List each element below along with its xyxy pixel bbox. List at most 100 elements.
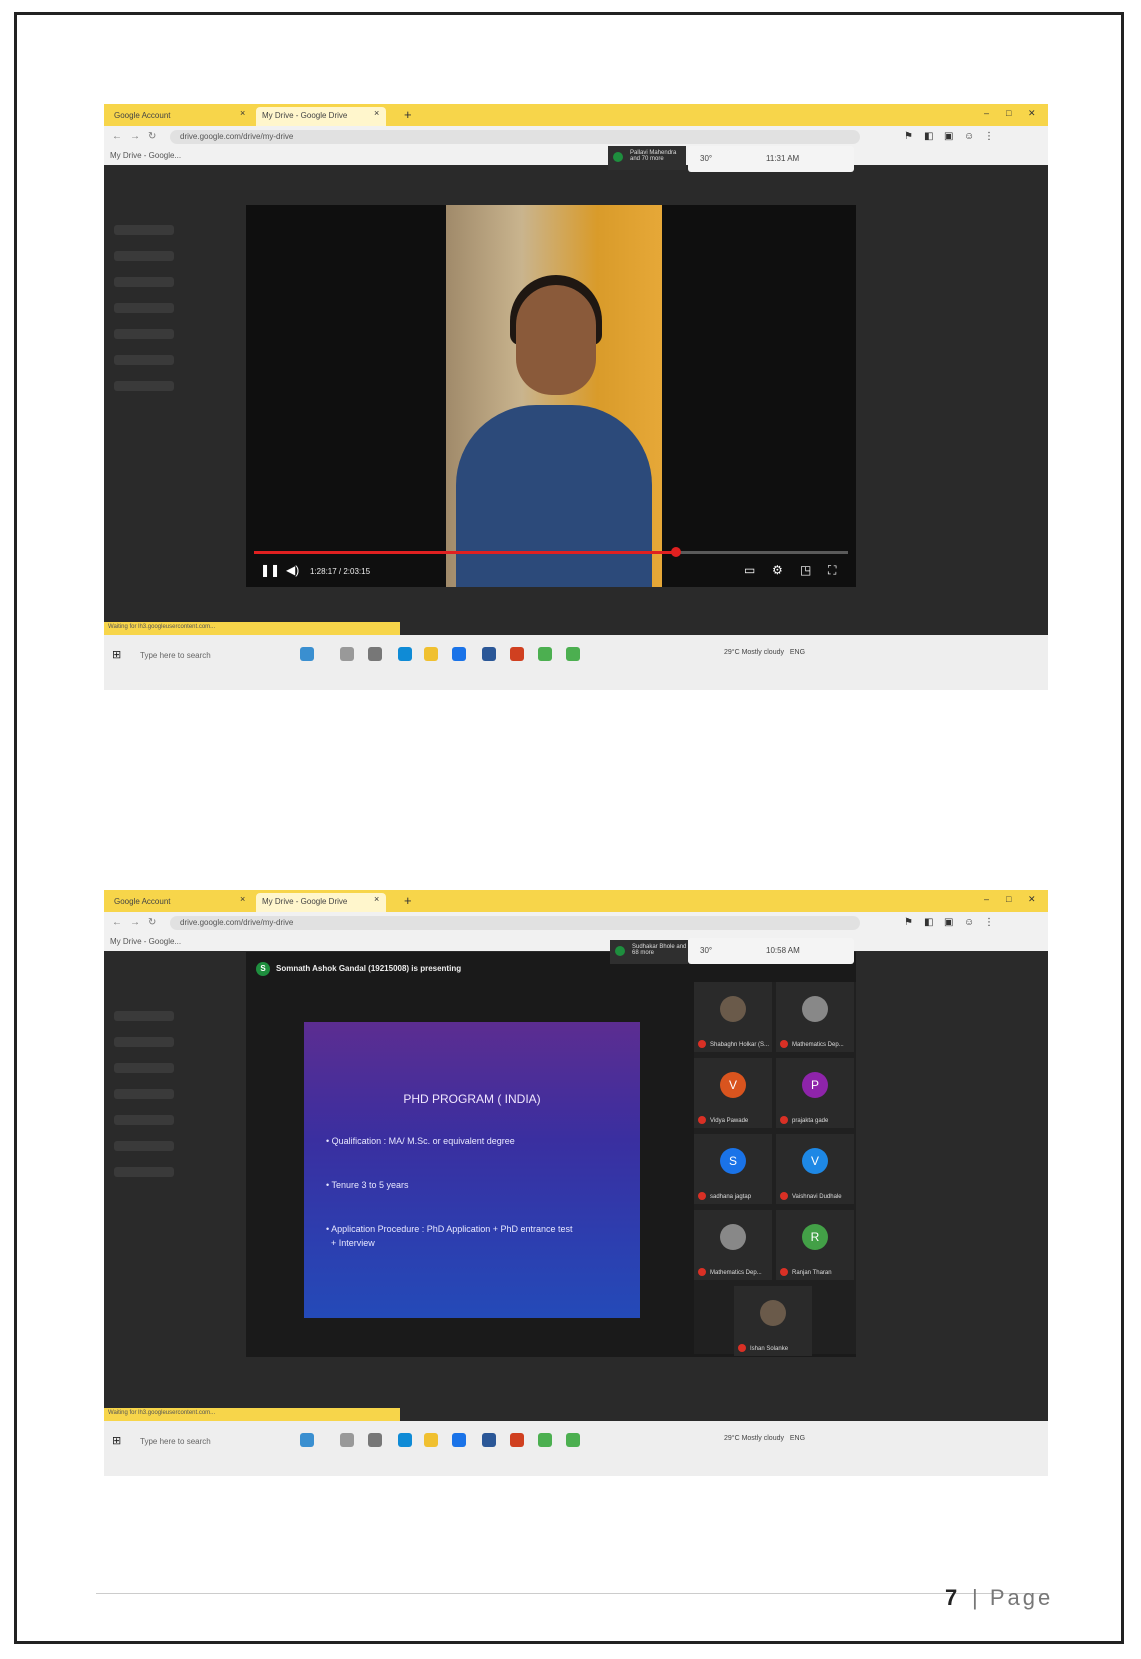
participant-tile[interactable]: V Vidya Pawade [694,1058,772,1128]
search-icon[interactable] [340,647,354,661]
store-icon[interactable] [452,1433,466,1447]
chrome-icon[interactable] [538,647,552,661]
weather-time-widget: 30° 11:31 AM [688,146,854,172]
participant-tile[interactable]: Ssadhana jagtap [694,1134,772,1204]
bookmark-item[interactable]: My Drive - Google... [110,937,181,946]
participant-tile[interactable]: Mathematics Dep... [776,982,854,1052]
drive-sidebar [114,1011,214,1193]
tab-google-account[interactable]: Google Account [108,893,256,912]
extension-icon[interactable]: ⚑ [904,131,913,142]
bookmark-item[interactable]: My Drive - Google... [110,151,181,160]
maximize-icon[interactable]: □ [1006,894,1011,904]
forward-icon[interactable]: → [130,917,140,928]
url-text: drive.google.com/drive/my-drive [180,918,294,927]
pause-icon[interactable]: ❚❚ [260,563,280,577]
windows-start-icon[interactable]: ⊞ [112,648,121,661]
reload-icon[interactable]: ↻ [148,131,156,142]
windows-start-icon[interactable]: ⊞ [112,1434,121,1447]
new-tab-icon[interactable]: + [404,893,412,908]
miniplayer-icon[interactable]: ◳ [800,563,811,577]
back-icon[interactable]: ← [112,917,122,928]
close-icon[interactable]: × [240,108,245,118]
progress-bar[interactable] [254,547,848,557]
task-view-icon[interactable] [368,1433,382,1447]
file-explorer-icon[interactable] [424,647,438,661]
maximize-icon[interactable]: □ [1006,108,1011,118]
participant-tile[interactable]: V Vaishnavi Dudhale [776,1134,854,1204]
windows-taskbar: ⊞ Type here to search 29°C Mostly cloudy… [104,635,1048,690]
participant-avatar: P [802,1072,828,1098]
footer-rule [96,1593,1048,1594]
extension-icon[interactable]: ◧ [924,917,933,928]
word-icon[interactable] [482,1433,496,1447]
close-window-icon[interactable]: ✕ [1028,894,1036,905]
tab-my-drive[interactable]: My Drive - Google Drive [256,893,386,912]
extension-icon[interactable]: ▣ [944,131,953,142]
url-input[interactable]: drive.google.com/drive/my-drive [170,916,860,930]
screenshot-video-lecture: Google Account × My Drive - Google Drive… [104,104,1048,690]
extension-icon[interactable]: ◧ [924,131,933,142]
participant-avatar [760,1300,786,1326]
volume-icon[interactable]: ◀) [286,563,299,577]
word-icon[interactable] [482,647,496,661]
chrome-icon[interactable] [538,1433,552,1447]
participant-name: Shabaghn Holkar (S... [710,1042,770,1048]
tab-google-account[interactable]: Google Account [108,107,256,126]
file-explorer-icon[interactable] [424,1433,438,1447]
participant-avatar [720,1224,746,1250]
video-time: 1:28:17 / 2:03:15 [310,567,371,576]
close-icon[interactable]: × [374,894,379,904]
fullscreen-icon[interactable]: ⛶ [828,563,836,578]
video-player[interactable]: ❚❚ ◀) 1:28:17 / 2:03:15 ▭ ⚙ ◳ ⛶ [246,205,856,587]
store-icon[interactable] [452,647,466,661]
back-icon[interactable]: ← [112,131,122,142]
participant-tile[interactable]: Shabaghn Holkar (S... [694,982,772,1052]
minimize-icon[interactable]: – [984,894,989,904]
settings-icon[interactable]: ⚙ [772,563,783,577]
participant-tile[interactable]: R Ranjan Tharan [776,1210,854,1280]
taskbar-search[interactable]: Type here to search [140,1433,290,1451]
participant-tile[interactable]: Mathematics Dep... [694,1210,772,1280]
camera-icon[interactable] [300,647,314,661]
participant-tile[interactable]: Pprajakta gade [776,1058,854,1128]
task-view-icon[interactable] [368,647,382,661]
chrome-icon[interactable] [566,647,580,661]
close-window-icon[interactable]: ✕ [1028,108,1036,119]
speaker-video [446,205,662,587]
participant-tile[interactable]: Ishan Solanke [734,1286,812,1356]
participant-name: Vaishnavi Dudhale [792,1194,842,1200]
edge-icon[interactable] [398,647,412,661]
mic-muted-icon [698,1116,706,1124]
powerpoint-icon[interactable] [510,647,524,661]
browser-tab-bar: Google Account × My Drive - Google Drive… [104,890,1048,912]
mic-muted-icon [780,1268,788,1276]
url-input[interactable]: drive.google.com/drive/my-drive [170,130,860,144]
extension-icon[interactable]: ⚑ [904,917,913,928]
camera-icon[interactable] [300,1433,314,1447]
captions-icon[interactable]: ▭ [744,563,755,577]
close-icon[interactable]: × [240,894,245,904]
search-icon[interactable] [340,1433,354,1447]
sharing-indicator: Sudhakar Bhole and 68 more [610,940,688,964]
page-separator: | [972,1585,981,1610]
reload-icon[interactable]: ↻ [148,917,156,928]
edge-icon[interactable] [398,1433,412,1447]
new-tab-icon[interactable]: + [404,107,412,122]
menu-icon[interactable]: ⋮ [984,917,994,928]
taskbar-search[interactable]: Type here to search [140,647,290,665]
minimize-icon[interactable]: – [984,108,989,118]
participant-avatar: R [802,1224,828,1250]
menu-icon[interactable]: ⋮ [984,131,994,142]
profile-icon[interactable]: ☺ [964,917,974,928]
meeting-window[interactable]: S Somnath Ashok Gandal (19215008) is pres… [246,952,856,1357]
profile-icon[interactable]: ☺ [964,131,974,142]
forward-icon[interactable]: → [130,131,140,142]
close-icon[interactable]: × [374,108,379,118]
participant-avatar [720,996,746,1022]
chrome-icon[interactable] [566,1433,580,1447]
tab-label: Google Account [114,897,171,906]
scrubber-handle[interactable] [670,547,681,557]
powerpoint-icon[interactable] [510,1433,524,1447]
tab-my-drive[interactable]: My Drive - Google Drive [256,107,386,126]
extension-icon[interactable]: ▣ [944,917,953,928]
